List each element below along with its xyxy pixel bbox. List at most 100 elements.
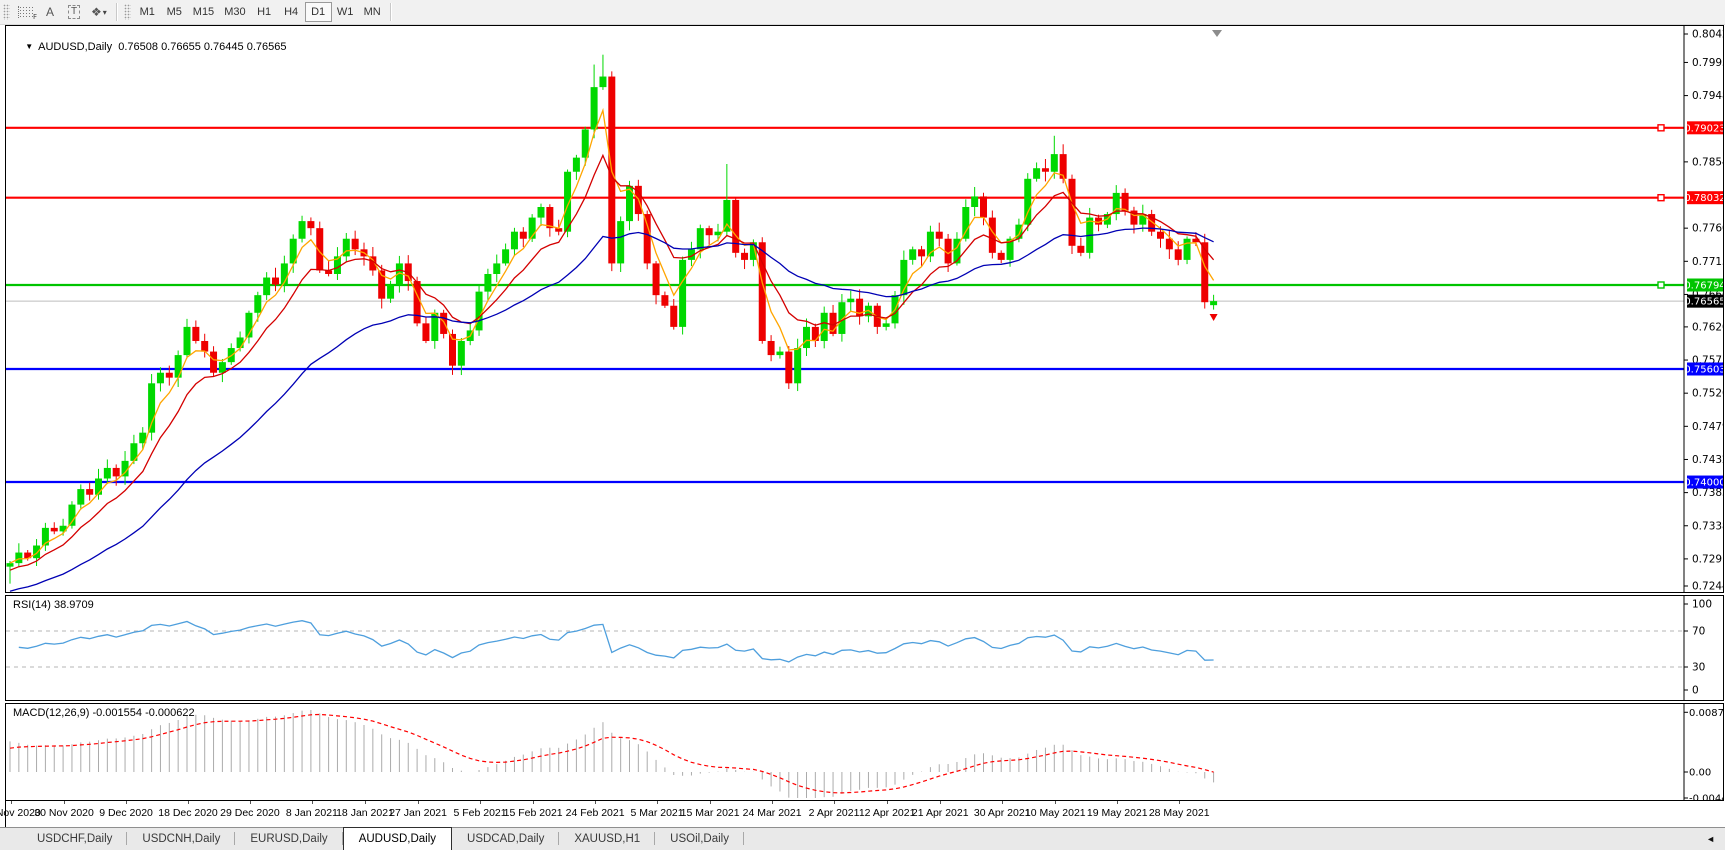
- sell-arrow-icon: [1209, 314, 1218, 321]
- date-label: 28 May 2021: [1148, 807, 1210, 819]
- date-tick: [834, 801, 836, 804]
- svg-text:-0.00445: -0.00445: [1689, 794, 1723, 801]
- tab-xauusd[interactable]: XAUUSD,H1: [559, 828, 656, 850]
- date-tick: [1002, 801, 1004, 804]
- text-box-icon: T: [67, 5, 81, 19]
- rsi-canvas[interactable]: 100 70 30 0: [6, 596, 1723, 700]
- tab-usdcad[interactable]: USDCAD,Daily: [452, 828, 560, 850]
- toolbar-drag-handle[interactable]: [123, 4, 131, 20]
- date-tick: [940, 801, 942, 804]
- chart-symbol-label: AUDUSD,Daily: [38, 41, 113, 53]
- svg-text:0.73380: 0.73380: [1692, 520, 1723, 532]
- svg-text:0.75603: 0.75603: [1684, 364, 1723, 375]
- timeframe-button-MN[interactable]: MN: [359, 2, 386, 22]
- tab-eurusd[interactable]: EURUSD,Daily: [235, 828, 343, 850]
- price-chart-canvas[interactable]: 0.80420 0.79950 0.79480 0.78540 0.77600 0.771…: [6, 26, 1723, 592]
- candles-layer: [6, 54, 1218, 584]
- date-label: 15 Mar 2021: [680, 807, 740, 819]
- shapes-icon: ❖: [91, 5, 102, 19]
- date-label: 12 Apr 2021: [858, 807, 916, 819]
- date-tick: [126, 801, 128, 804]
- toolbar-separator: [389, 3, 391, 21]
- svg-text:0.78540: 0.78540: [1692, 156, 1723, 168]
- letter-a-icon: A: [45, 5, 54, 19]
- svg-text:30: 30: [1692, 662, 1705, 674]
- svg-text:0.76200: 0.76200: [1692, 321, 1723, 333]
- price-chart-panel[interactable]: 0.80420 0.79950 0.79480 0.78540 0.77600 0.771…: [5, 25, 1724, 593]
- svg-text:0.77130: 0.77130: [1692, 256, 1723, 268]
- timeframe-button-D1[interactable]: D1: [304, 2, 332, 22]
- svg-text:0.73850: 0.73850: [1692, 487, 1723, 499]
- svg-text:0: 0: [1692, 685, 1699, 697]
- price-tag: 0.79023: [1684, 121, 1723, 135]
- svg-text:0.75260: 0.75260: [1692, 388, 1723, 400]
- rsi-label: RSI(14) 38.9709: [13, 599, 94, 611]
- date-tick: [657, 801, 659, 804]
- date-label: 30 Nov 2020: [34, 807, 94, 819]
- date-tick: [533, 801, 535, 804]
- date-label: 27 Jan 2021: [389, 807, 447, 819]
- tab-usdchf[interactable]: USDCHF,Daily: [22, 828, 128, 850]
- date-tick: [710, 801, 712, 804]
- svg-text:70: 70: [1692, 626, 1705, 638]
- timeframe-button-H1[interactable]: H1: [251, 2, 278, 22]
- svg-text:0.76794: 0.76794: [1684, 281, 1723, 292]
- date-tick: [1055, 801, 1057, 804]
- price-tag: 0.74000: [1684, 475, 1723, 489]
- date-label: 24 Feb 2021: [565, 807, 625, 819]
- chart-title: ▼ AUDUSD,Daily 0.76508 0.76655 0.76445 0.…: [13, 29, 286, 65]
- svg-text:0.008782: 0.008782: [1689, 708, 1723, 719]
- date-label: 15 Feb 2021: [503, 807, 563, 819]
- date-label: 21 Apr 2021: [911, 807, 969, 819]
- date-tick: [1179, 801, 1181, 804]
- timeframe-button-M30[interactable]: M30: [219, 2, 250, 22]
- date-tick: [480, 801, 482, 804]
- chart-grid-icon[interactable]: F: [13, 2, 38, 22]
- date-label: 30 Apr 2021: [973, 807, 1031, 819]
- chart-tabs: USDCHF,Daily USDCNH,Daily EURUSD,Daily AUDU…: [22, 827, 744, 850]
- svg-text:0.79950: 0.79950: [1692, 57, 1723, 69]
- date-label: 18 Jan 2021: [336, 807, 394, 819]
- svg-text:0.77600: 0.77600: [1692, 223, 1723, 235]
- collapse-triangle-icon[interactable]: ▼: [25, 42, 33, 51]
- timeframe-button-M5[interactable]: M5: [161, 2, 188, 22]
- date-tick: [64, 801, 66, 804]
- text-box-tool-button[interactable]: T: [62, 2, 86, 22]
- timeframe-button-W1[interactable]: W1: [332, 2, 359, 22]
- svg-text:100: 100: [1692, 599, 1712, 611]
- rsi-axis: 100 70 30 0: [1683, 596, 1712, 700]
- date-label: 19 May 2021: [1086, 807, 1148, 819]
- date-tick: [11, 801, 12, 804]
- svg-text:0.72440: 0.72440: [1692, 581, 1723, 593]
- tab-usoil[interactable]: USOil,Daily: [655, 828, 744, 850]
- macd-label: MACD(12,26,9) -0.001554 -0.000622: [13, 707, 195, 719]
- toolbar-drag-handle[interactable]: [3, 4, 10, 20]
- svg-text:0.80420: 0.80420: [1692, 29, 1723, 41]
- date-label: 18 Dec 2020: [158, 807, 218, 819]
- date-label: 5 Mar 2021: [630, 807, 684, 819]
- timeframe-button-M1[interactable]: M1: [134, 2, 161, 22]
- date-tick: [249, 801, 251, 804]
- svg-text:0.78032: 0.78032: [1684, 193, 1723, 204]
- text-label-tool-button[interactable]: A: [38, 2, 62, 22]
- date-tick: [772, 801, 774, 804]
- svg-text:0.74790: 0.74790: [1692, 421, 1723, 433]
- tab-scroll-left-button[interactable]: ◄: [1706, 828, 1715, 850]
- date-axis[interactable]: 20 Nov 202030 Nov 20209 Dec 202018 Dec 2…: [0, 801, 1724, 827]
- svg-text:0.76565: 0.76565: [1684, 297, 1723, 308]
- macd-indicator-panel[interactable]: 0.008782 0.00 -0.00445 MACD(12,26,9) -0.00…: [5, 703, 1724, 801]
- shapes-tool-button[interactable]: ❖ ▾: [86, 2, 112, 22]
- svg-text:0.72910: 0.72910: [1692, 553, 1723, 565]
- tab-audusd[interactable]: AUDUSD,Daily: [342, 827, 453, 850]
- date-tick: [188, 801, 189, 804]
- date-tick: [418, 801, 420, 804]
- grid-dots-icon: F: [18, 6, 37, 21]
- rsi-indicator-panel[interactable]: 100 70 30 0 RSI(14) 38.9709: [5, 595, 1724, 701]
- timeframe-button-H4[interactable]: H4: [278, 2, 305, 22]
- date-tick: [1117, 801, 1119, 804]
- timeframe-button-M15[interactable]: M15: [188, 2, 219, 22]
- chart-shift-marker-icon: [1212, 30, 1222, 37]
- tab-usdcnh[interactable]: USDCNH,Daily: [127, 828, 236, 850]
- timeframe-button-group: M1 M5 M15 M30 H1 H4 D1 W1 MN: [134, 2, 386, 22]
- macd-canvas[interactable]: 0.008782 0.00 -0.00445: [6, 704, 1723, 800]
